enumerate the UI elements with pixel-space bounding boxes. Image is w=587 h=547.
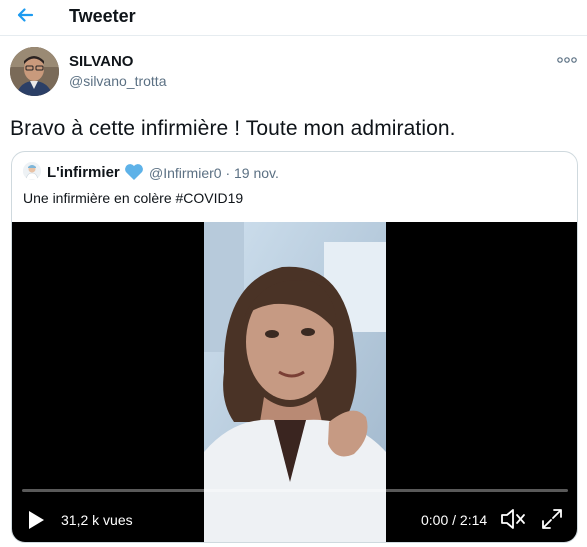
blue-heart-icon [125,164,143,180]
author-name[interactable]: SILVANO [69,53,133,70]
more-options-button[interactable] [554,52,580,68]
quoted-tweet-card[interactable]: L'infirmier @Infirmier0 · 19 nov. Une in… [11,151,578,543]
author-handle[interactable]: @silvano_trotta [69,73,166,89]
quoted-handle-date: @Infirmier0 · 19 nov. [149,165,279,181]
back-button[interactable] [10,2,40,28]
video-progress-bar[interactable] [22,489,568,492]
fullscreen-icon[interactable] [540,507,564,531]
quoted-tweet-text: Une infirmière en colère #COVID19 [23,190,244,206]
video-frame [204,222,386,542]
video-player[interactable]: 31,2 k vues 0:00 / 2:14 [12,222,577,542]
top-bar: Tweeter [0,0,587,36]
avatar[interactable] [10,47,59,96]
play-icon[interactable] [25,509,47,531]
more-dots-icon [557,57,577,63]
quoted-author-name: L'infirmier [47,164,120,181]
quoted-avatar [23,162,41,180]
video-time: 0:00 / 2:14 [421,512,488,528]
page-title: Tweeter [69,6,136,26]
view-count: 31,2 k vues [61,512,133,528]
arrow-left-icon [17,8,34,22]
volume-icon[interactable] [499,507,527,531]
tweet-text: Bravo à cette infirmière ! Toute mon adm… [10,117,456,140]
